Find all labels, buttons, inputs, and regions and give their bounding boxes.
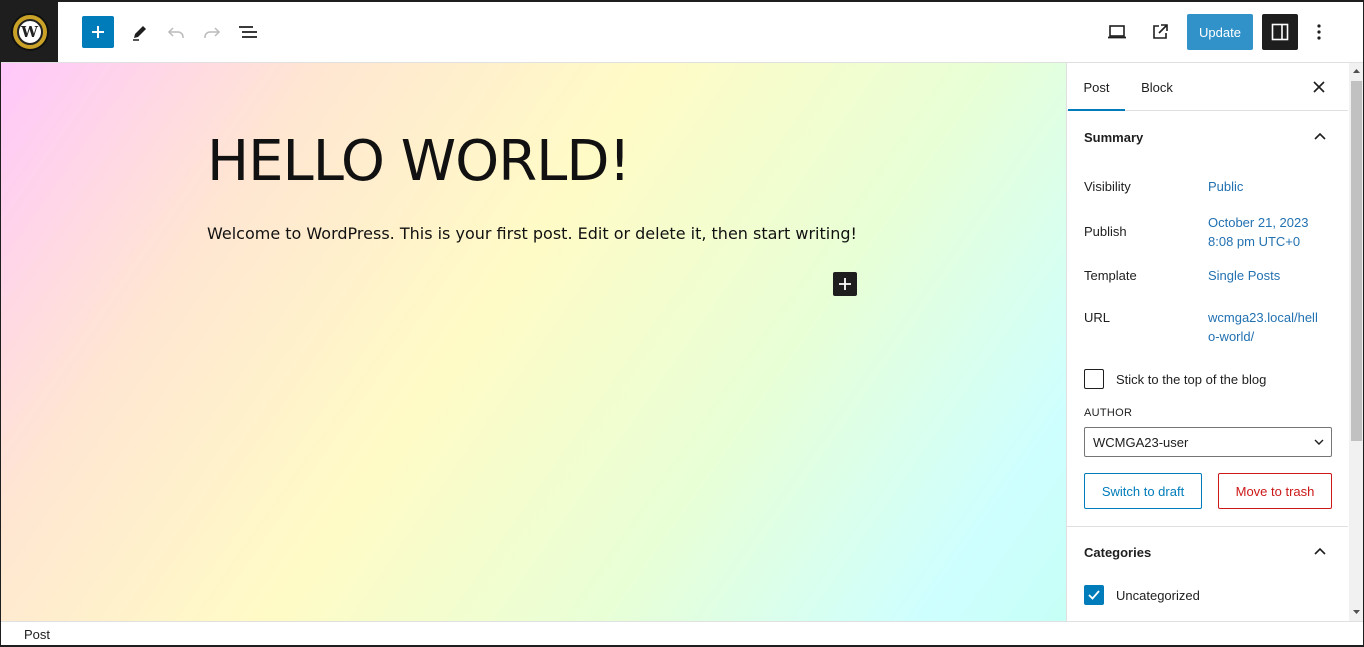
editor-window: W Update HELLO WORLD! Welcome to WordPre… bbox=[1, 2, 1363, 645]
move-to-trash-button[interactable]: Move to trash bbox=[1218, 473, 1332, 509]
desktop-icon bbox=[1108, 25, 1126, 39]
options-menu-button[interactable] bbox=[1303, 16, 1335, 48]
chevron-up-icon bbox=[1314, 547, 1326, 555]
tools-button[interactable] bbox=[124, 16, 156, 48]
visibility-label: Visibility bbox=[1084, 179, 1131, 194]
close-icon bbox=[1313, 81, 1325, 93]
editor-footer: Post bbox=[1, 621, 1363, 645]
switch-to-draft-button[interactable]: Switch to draft bbox=[1084, 473, 1202, 509]
summary-heading: Summary bbox=[1084, 130, 1144, 145]
checkmark-icon bbox=[1088, 590, 1100, 600]
scroll-up-arrow-icon[interactable] bbox=[1352, 67, 1361, 76]
template-value[interactable]: Single Posts bbox=[1208, 266, 1280, 285]
paragraph-block[interactable]: Welcome to WordPress. This is your first… bbox=[207, 224, 857, 243]
editor-canvas[interactable]: HELLO WORLD! Welcome to WordPress. This … bbox=[1, 63, 1066, 621]
block-breadcrumb[interactable]: Post bbox=[24, 627, 50, 642]
url-label: URL bbox=[1084, 310, 1111, 325]
scroll-down-arrow-icon[interactable] bbox=[1352, 607, 1361, 616]
redo-button[interactable] bbox=[196, 16, 228, 48]
author-value: WCMGA23-user bbox=[1093, 435, 1189, 450]
wordpress-logo-icon: W bbox=[10, 13, 49, 51]
logo-letter: W bbox=[16, 19, 43, 45]
redo-icon bbox=[204, 27, 221, 38]
visibility-value[interactable]: Public bbox=[1208, 177, 1243, 196]
publish-label: Publish bbox=[1084, 224, 1127, 239]
tab-block[interactable]: Block bbox=[1133, 63, 1181, 111]
block-inserter-button[interactable] bbox=[82, 16, 114, 48]
url-value[interactable]: wcmga23.local/hell o-world/ bbox=[1208, 308, 1318, 346]
post-title[interactable]: HELLO WORLD! bbox=[207, 129, 631, 194]
sidebar-tabs: Post Block bbox=[1067, 63, 1348, 111]
url-line-1: wcmga23.local/hell bbox=[1208, 310, 1318, 325]
sticky-checkbox[interactable] bbox=[1084, 369, 1104, 389]
publish-date: October 21, 2023 bbox=[1208, 215, 1309, 230]
plus-icon bbox=[92, 26, 104, 38]
tab-post[interactable]: Post bbox=[1068, 63, 1125, 111]
list-view-icon bbox=[239, 26, 257, 38]
document-overview-button[interactable] bbox=[232, 16, 264, 48]
url-line-2: o-world/ bbox=[1208, 329, 1255, 344]
summary-panel-toggle[interactable]: Summary bbox=[1067, 112, 1348, 162]
category-label-uncategorized: Uncategorized bbox=[1116, 588, 1200, 603]
more-vertical-icon bbox=[1317, 24, 1321, 40]
settings-button[interactable] bbox=[1262, 14, 1298, 50]
update-button[interactable]: Update bbox=[1187, 14, 1253, 50]
author-heading: AUTHOR bbox=[1084, 407, 1133, 419]
external-link-icon bbox=[1153, 24, 1168, 39]
settings-sidebar: Post Block Summary Visibility Public Pub… bbox=[1066, 63, 1363, 621]
publish-date-button[interactable]: October 21, 2023 8:08 pm UTC+0 bbox=[1208, 213, 1308, 251]
site-logo-button[interactable]: W bbox=[1, 2, 58, 62]
add-block-button[interactable] bbox=[833, 272, 857, 296]
preview-button[interactable] bbox=[1101, 16, 1133, 48]
categories-heading: Categories bbox=[1084, 545, 1152, 560]
sticky-label: Stick to the top of the blog bbox=[1116, 372, 1267, 387]
author-select[interactable]: WCMGA23-user bbox=[1084, 427, 1332, 457]
close-settings-button[interactable] bbox=[1305, 75, 1333, 99]
plus-icon bbox=[839, 278, 851, 290]
undo-icon bbox=[167, 27, 184, 38]
chevron-up-icon bbox=[1314, 132, 1326, 140]
sidebar-scrollbar[interactable] bbox=[1349, 63, 1363, 621]
view-post-button[interactable] bbox=[1144, 16, 1176, 48]
category-checkbox-uncategorized[interactable] bbox=[1084, 585, 1104, 605]
chevron-down-icon bbox=[1314, 439, 1324, 445]
editor-header: W Update bbox=[1, 2, 1363, 63]
categories-panel-toggle[interactable]: Categories bbox=[1067, 527, 1348, 577]
sidebar-icon bbox=[1271, 23, 1289, 41]
template-label: Template bbox=[1084, 268, 1137, 283]
publish-time: 8:08 pm UTC+0 bbox=[1208, 234, 1301, 249]
undo-button[interactable] bbox=[160, 16, 192, 48]
pencil-icon bbox=[133, 26, 146, 41]
scrollbar-thumb[interactable] bbox=[1351, 81, 1362, 441]
